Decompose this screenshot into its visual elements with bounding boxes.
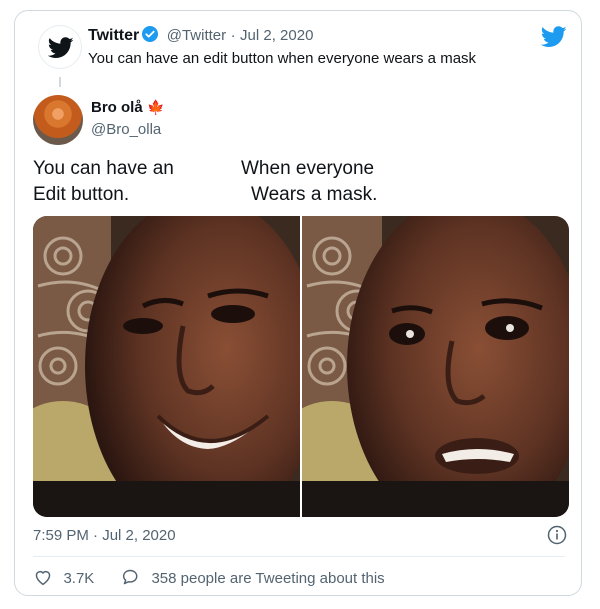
tweet-card[interactable]: Twitter @Twitter · Jul 2, 2020 You can h… (14, 10, 582, 596)
speech-bubble-icon[interactable] (121, 568, 141, 586)
meme-caption-right: When everyone Wears a mask. (241, 156, 377, 208)
tweeting-about-count: 358 people are Tweeting about this (151, 570, 385, 587)
author-handle[interactable]: @Twitter (167, 27, 226, 44)
meme-caption-right-line2: Wears a mask. (251, 184, 378, 205)
meme-caption-left-line1: You can have an (33, 158, 174, 179)
twitter-bird-avatar-icon (48, 37, 74, 58)
meme-image-right-art (302, 216, 569, 517)
tweet-date[interactable]: Jul 2, 2020 (240, 27, 313, 44)
meme-caption-right-line1: When everyone (241, 158, 375, 179)
author-name[interactable]: Twitter (88, 27, 139, 44)
info-icon[interactable] (547, 525, 567, 545)
quoted-author-avatar[interactable] (33, 95, 83, 145)
heart-icon[interactable] (33, 568, 53, 586)
quoted-author-name[interactable]: Bro olå (91, 99, 143, 116)
reply-action[interactable]: 358 people are Tweeting about this (121, 568, 385, 588)
quoted-author-handle[interactable]: @Bro_olla (91, 121, 161, 138)
meme-image-right[interactable] (302, 216, 569, 517)
twitter-avatar[interactable] (38, 25, 82, 69)
meme-caption-left-line2: Edit button. (33, 184, 130, 205)
tweet-header: Twitter @Twitter · Jul 2, 2020 (88, 26, 313, 45)
verified-badge-icon (142, 26, 159, 42)
meme-image-left-art (33, 216, 300, 517)
tweet-text: You can have an edit button when everyon… (88, 50, 477, 67)
meme-caption-left: You can have an Edit button. (33, 156, 174, 208)
thread-line (59, 77, 61, 87)
footer-divider (33, 556, 565, 557)
quoted-author-row: Bro olå 🍁 (91, 99, 165, 117)
maple-leaf-icon: 🍁 (147, 99, 165, 115)
like-count: 3.7K (63, 570, 95, 587)
meme-image-left[interactable] (33, 216, 300, 517)
twitter-bird-icon[interactable] (541, 26, 567, 48)
tweet-timestamp[interactable]: 7:59 PM · Jul 2, 2020 (33, 527, 176, 544)
header-separator: · (230, 27, 236, 44)
like-action[interactable]: 3.7K (33, 568, 94, 588)
